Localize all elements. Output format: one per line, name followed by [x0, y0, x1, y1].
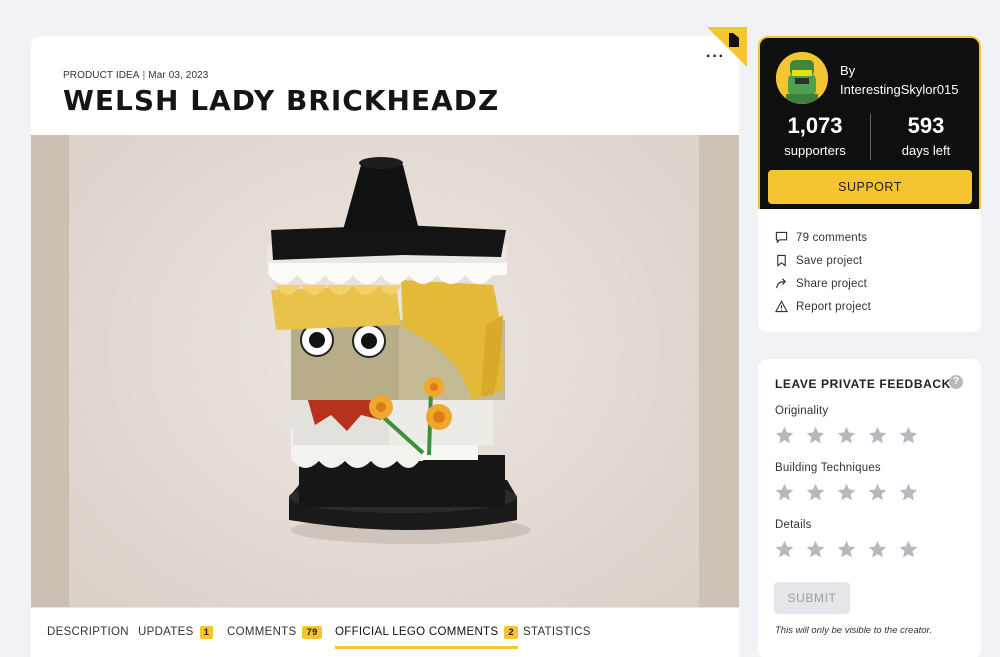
tab-statistics[interactable]: STATISTICS [523, 626, 591, 638]
project-image[interactable] [31, 135, 739, 607]
corner-ribbon-icon [707, 27, 747, 67]
feedback-title: LEAVE PRIVATE FEEDBACK [775, 377, 951, 391]
feedback-note: This will only be visible to the creator… [775, 625, 932, 636]
action-label: Share project [796, 277, 867, 290]
creator-panel: By InterestingSkylor015 1,073 supporters… [758, 36, 981, 209]
creator-card: By InterestingSkylor015 1,073 supporters… [758, 36, 981, 332]
star-icon[interactable] [805, 539, 826, 560]
star-icon[interactable] [805, 425, 826, 446]
star-icon[interactable] [867, 425, 888, 446]
tab-description[interactable]: DESCRIPTION [47, 626, 129, 638]
project-title: WELSH LADY BRICKHEADZ [63, 84, 500, 117]
days-left-count: 593 [907, 113, 945, 138]
meta-separator: | [142, 70, 146, 81]
days-left-stat: 593 days left [890, 113, 962, 158]
project-actions: 79 comments Save project Share project R… [775, 226, 871, 318]
supporters-label: supporters [784, 143, 846, 158]
supporters-count: 1,073 [787, 113, 843, 138]
creator-by-label: By [840, 63, 856, 78]
details-label: Details [775, 519, 812, 531]
tab-label: STATISTICS [523, 626, 591, 638]
brickheadz-figure-image [267, 157, 531, 544]
comment-icon [775, 231, 788, 244]
star-icon[interactable] [836, 425, 857, 446]
warning-icon [775, 300, 788, 313]
tab-badge: 79 [302, 626, 322, 639]
tab-label: UPDATES [138, 626, 194, 638]
tab-label: OFFICIAL LEGO COMMENTS [335, 626, 499, 638]
star-icon[interactable] [867, 539, 888, 560]
tab-official-lego-comments[interactable]: OFFICIAL LEGO COMMENTS 2 [335, 626, 518, 649]
tab-badge: 1 [199, 626, 214, 639]
project-category: PRODUCT IDEA [63, 70, 140, 81]
project-card: PRODUCT IDEA | Mar 03, 2023 WELSH LADY BRI… [31, 36, 739, 657]
tab-comments[interactable]: COMMENTS 79 [227, 626, 322, 639]
action-label: Save project [796, 254, 863, 267]
star-icon[interactable] [836, 539, 857, 560]
days-left-label: days left [901, 143, 951, 158]
building-techniques-rating [774, 482, 929, 503]
avatar-image [776, 52, 828, 104]
star-icon[interactable] [774, 425, 795, 446]
originality-label: Originality [775, 405, 829, 417]
action-label: Report project [796, 300, 872, 313]
share-icon [776, 278, 787, 289]
originality-rating [774, 425, 929, 446]
comments-link[interactable]: 79 comments [775, 226, 871, 249]
bookmark-icon [777, 254, 786, 267]
tab-updates[interactable]: UPDATES 1 [138, 626, 214, 639]
creator-username[interactable]: InterestingSkylor015 [840, 82, 959, 97]
star-icon[interactable] [898, 539, 919, 560]
supporters-stat: 1,073 supporters [780, 113, 850, 158]
details-rating [774, 539, 929, 560]
avatar[interactable] [776, 52, 828, 104]
building-techniques-label: Building Techniques [775, 462, 881, 474]
star-icon[interactable] [805, 482, 826, 503]
save-project-link[interactable]: Save project [775, 249, 871, 272]
tab-badge: 2 [504, 626, 518, 639]
feedback-card: LEAVE PRIVATE FEEDBACK ? Originality Bui… [758, 359, 981, 657]
support-button[interactable]: SUPPORT [768, 170, 972, 204]
share-project-link[interactable]: Share project [775, 272, 871, 295]
help-icon[interactable]: ? [949, 375, 963, 389]
project-tabs: DESCRIPTION UPDATES 1 COMMENTS 79 OFFICIAL… [31, 607, 739, 652]
tab-label: DESCRIPTION [47, 626, 129, 638]
report-project-link[interactable]: Report project [775, 295, 871, 318]
tab-label: COMMENTS [227, 626, 297, 638]
action-label: 79 comments [796, 231, 868, 244]
star-icon[interactable] [836, 482, 857, 503]
star-icon[interactable] [867, 482, 888, 503]
star-icon[interactable] [898, 425, 919, 446]
star-icon[interactable] [898, 482, 919, 503]
stat-divider [870, 114, 871, 160]
project-meta: PRODUCT IDEA | Mar 03, 2023 [63, 70, 208, 81]
submit-feedback-button[interactable]: SUBMIT [774, 582, 850, 614]
project-date: Mar 03, 2023 [148, 70, 209, 81]
star-icon[interactable] [774, 539, 795, 560]
star-icon[interactable] [774, 482, 795, 503]
